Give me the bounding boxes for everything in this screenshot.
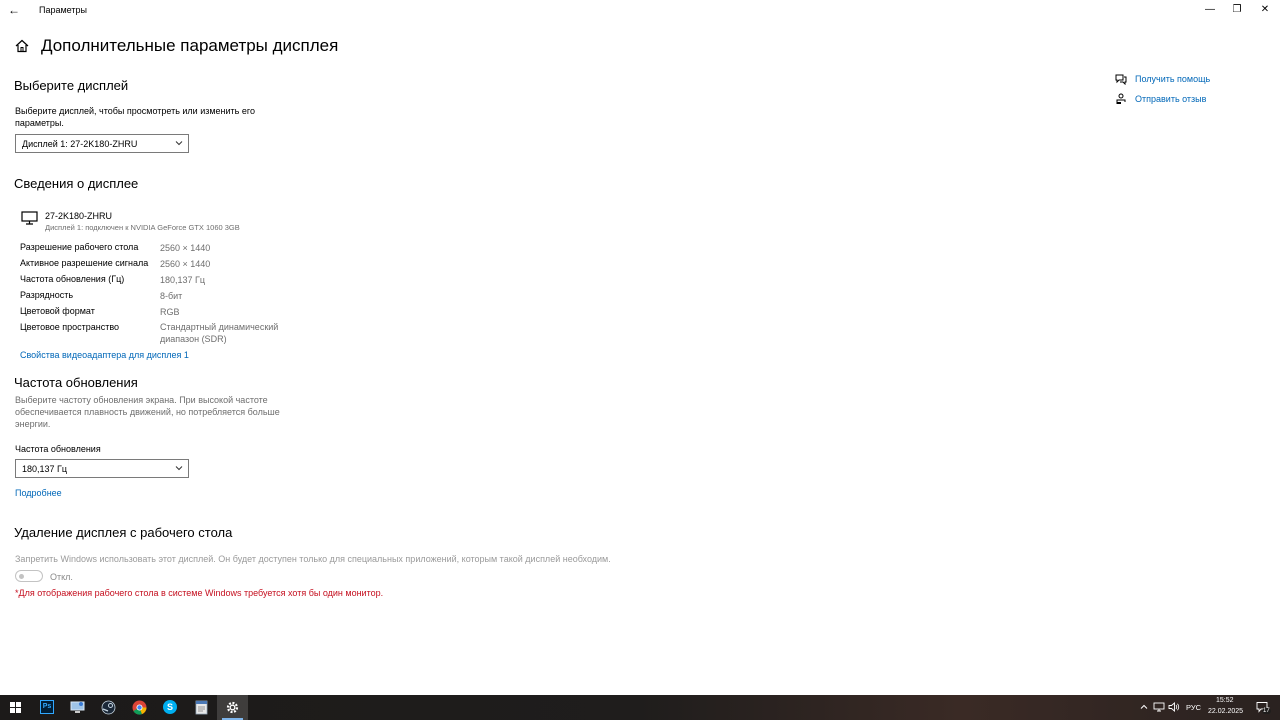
color-space-label: Цветовое пространство xyxy=(20,322,120,332)
display-info-heading: Сведения о дисплее xyxy=(14,176,139,191)
toggle-knob xyxy=(19,573,24,579)
monitor-icon xyxy=(21,211,38,225)
refresh-rate-field-label: Частота обновления xyxy=(15,444,101,454)
toggle-state-label: Откл. xyxy=(50,572,73,582)
chat-help-icon xyxy=(1115,74,1127,85)
language-indicator[interactable]: РУС xyxy=(1186,703,1201,712)
active-signal-resolution-value: 2560 × 1440 xyxy=(160,259,211,269)
network-computer-icon xyxy=(70,701,85,713)
select-display-desc-line2: параметры. xyxy=(15,118,64,128)
notification-count-badge: 17 xyxy=(1262,708,1271,714)
chevron-down-icon xyxy=(175,141,183,146)
clock-time[interactable]: 15:52 xyxy=(1216,697,1234,704)
close-button[interactable]: ✕ xyxy=(1249,0,1280,20)
monitor-connection: Дисплей 1: подключен к NVIDIA GeForce GT… xyxy=(45,223,240,232)
remove-display-heading: Удаление дисплея с рабочего стола xyxy=(14,525,233,540)
learn-more-link[interactable]: Подробнее xyxy=(15,488,62,498)
volume-icon[interactable] xyxy=(1168,701,1180,713)
title-bar: ← Параметры — ❐ ✕ xyxy=(0,0,1280,20)
gear-icon xyxy=(226,701,239,714)
remove-display-toggle[interactable] xyxy=(15,570,43,582)
color-format-value: RGB xyxy=(160,307,180,317)
page-title: Дополнительные параметры дисплея xyxy=(41,36,339,55)
taskbar-network-app[interactable] xyxy=(62,695,93,720)
windows-logo-icon xyxy=(10,702,21,713)
feedback-icon xyxy=(1116,93,1126,104)
bit-depth-value: 8-бит xyxy=(160,291,183,301)
bit-depth-label: Разрядность xyxy=(20,290,74,300)
adapter-properties-link[interactable]: Свойства видеоадаптера для дисплея 1 xyxy=(20,350,189,360)
color-space-value-line1: Стандартный динамический xyxy=(160,322,279,332)
chevron-up-icon[interactable] xyxy=(1138,701,1150,713)
refresh-rate-heading: Частота обновления xyxy=(14,375,138,390)
active-signal-resolution-label: Активное разрешение сигнала xyxy=(20,258,149,268)
refresh-rate-dropdown[interactable]: 180,137 Гц xyxy=(15,459,189,478)
taskbar-settings[interactable] xyxy=(217,695,248,720)
window-title: Параметры xyxy=(39,5,87,15)
remove-display-desc: Запретить Windows использовать этот дисп… xyxy=(15,554,611,564)
refresh-rate-desc-line1: Выберите частоту обновления экрана. При … xyxy=(15,395,268,405)
taskbar: Ps S РУС 15:52 22.02.2025 17 xyxy=(0,695,1280,720)
back-button[interactable]: ← xyxy=(5,2,23,18)
desktop-resolution-label: Разрешение рабочего стола xyxy=(20,242,139,252)
network-icon[interactable] xyxy=(1153,701,1165,713)
chevron-down-icon xyxy=(175,466,183,471)
chrome-icon xyxy=(132,700,147,715)
desktop-resolution-value: 2560 × 1440 xyxy=(160,243,211,253)
refresh-rate-desc-line2: обеспечивается плавность движений, но по… xyxy=(15,407,280,417)
photoshop-icon: Ps xyxy=(40,700,54,714)
refresh-rate-value: 180,137 Гц xyxy=(22,464,68,474)
select-display-desc-line1: Выберите дисплей, чтобы просмотреть или … xyxy=(15,106,255,116)
refresh-rate-info-value: 180,137 Гц xyxy=(160,275,206,285)
monitor-required-note: *Для отображения рабочего стола в систем… xyxy=(15,588,384,598)
get-help-link[interactable]: Получить помощь xyxy=(1135,74,1210,84)
refresh-rate-desc-line3: энергии. xyxy=(15,419,51,429)
taskbar-document-app[interactable] xyxy=(186,695,217,720)
skype-icon: S xyxy=(163,700,177,714)
taskbar-photoshop[interactable]: Ps xyxy=(31,695,62,720)
select-display-heading: Выберите дисплей xyxy=(14,78,129,93)
document-window-icon xyxy=(195,700,208,715)
clock-date[interactable]: 22.02.2025 xyxy=(1208,708,1243,715)
display-select-value: Дисплей 1: 27-2K180-ZHRU xyxy=(22,139,138,149)
taskbar-steam[interactable] xyxy=(93,695,124,720)
home-icon[interactable] xyxy=(14,38,30,54)
color-format-label: Цветовой формат xyxy=(20,306,95,316)
refresh-rate-info-label: Частота обновления (Гц) xyxy=(20,274,125,284)
start-button[interactable] xyxy=(0,695,31,720)
feedback-link[interactable]: Отправить отзыв xyxy=(1135,94,1206,104)
taskbar-chrome[interactable] xyxy=(124,695,155,720)
monitor-name: 27-2K180-ZHRU xyxy=(45,211,113,221)
steam-icon xyxy=(101,700,116,715)
taskbar-skype[interactable]: S xyxy=(155,695,186,720)
color-space-value-line2: диапазон (SDR) xyxy=(160,334,227,344)
display-select-dropdown[interactable]: Дисплей 1: 27-2K180-ZHRU xyxy=(15,134,189,153)
